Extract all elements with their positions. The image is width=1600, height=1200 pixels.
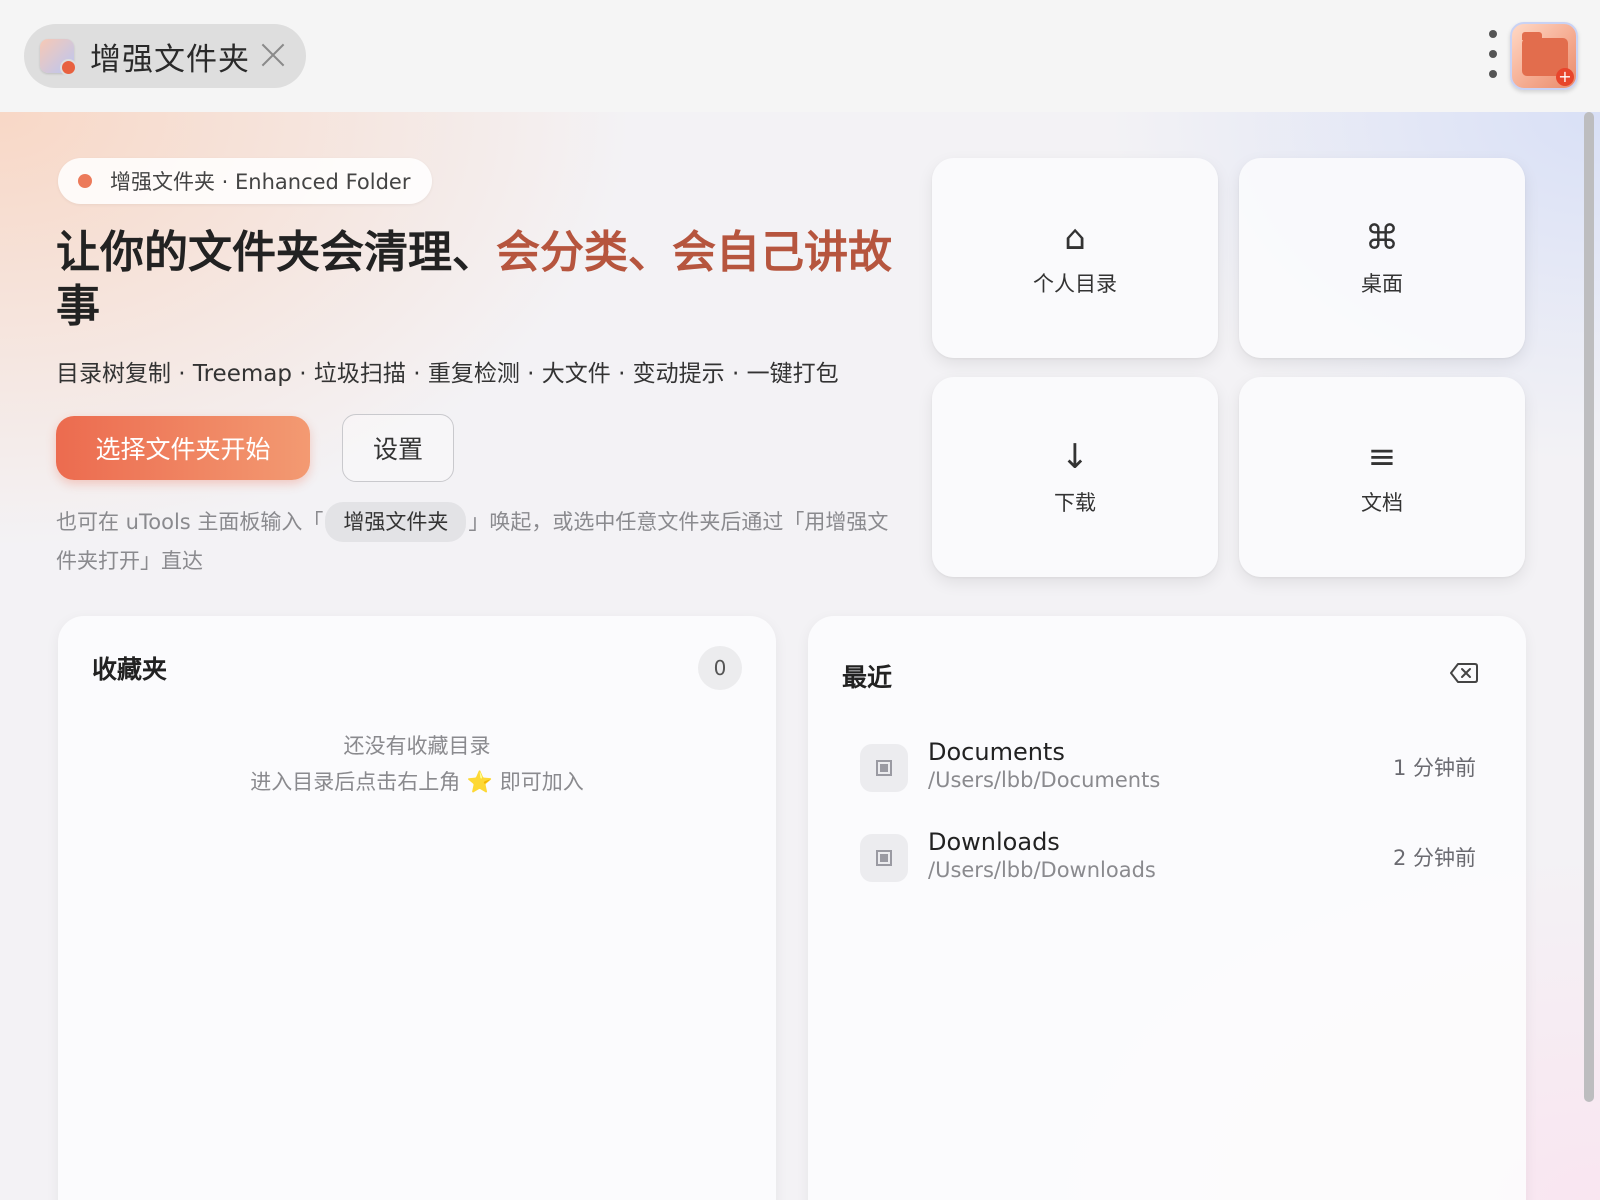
recent-item-name: Downloads: [928, 828, 1060, 856]
settings-button[interactable]: 设置: [342, 414, 454, 482]
favorites-empty-state: 还没有收藏目录 进入目录后点击右上角 ⭐ 即可加入: [58, 728, 776, 800]
recent-item-documents[interactable]: Documents /Users/lbb/Documents 1 分钟前: [860, 738, 1476, 804]
feature-list: 目录树复制 · Treemap · 垃圾扫描 · 重复检测 · 大文件 · 变动…: [56, 361, 839, 387]
tile-label: 个人目录: [1033, 272, 1117, 296]
recent-item-path: /Users/lbb/Downloads: [928, 858, 1156, 882]
page-title: 让你的文件夹会清理、会分类、会自己讲故事: [56, 226, 896, 334]
title-bar: 增强文件夹 +: [0, 0, 1600, 112]
app-logo-icon[interactable]: +: [1510, 22, 1578, 90]
headline-plain: 让你的文件夹会清理、: [56, 227, 496, 278]
clear-history-icon[interactable]: [1450, 662, 1478, 684]
favorites-title: 收藏夹: [92, 655, 168, 684]
tile-label: 文档: [1361, 491, 1403, 515]
keyword-chip: 增强文件夹: [325, 502, 467, 542]
tile-desktop[interactable]: ⌘ 桌面: [1239, 158, 1525, 358]
recent-panel: 最近 Documents /Users/lbb/Documents 1 分钟前 …: [808, 616, 1526, 1200]
tile-documents[interactable]: ≡ 文档: [1239, 377, 1525, 577]
scrollbar[interactable]: [1584, 112, 1594, 1102]
tile-home[interactable]: ⌂ 个人目录: [932, 158, 1218, 358]
folder-icon: [860, 834, 908, 882]
tile-label: 下载: [1054, 491, 1096, 515]
badge-dot: [78, 174, 92, 188]
home-icon: ⌂: [1064, 218, 1086, 258]
download-arrow-icon: ↓: [1060, 437, 1090, 477]
product-badge: 增强文件夹 · Enhanced Folder: [58, 158, 432, 204]
folder-icon: [860, 744, 908, 792]
badge-text: 增强文件夹 · Enhanced Folder: [110, 170, 411, 194]
usage-hint: 也可在 uTools 主面板输入「 增强文件夹 」唤起，或选中任意文件夹后通过「用增…: [56, 502, 906, 580]
recent-item-time: 1 分钟前: [1392, 756, 1476, 780]
recent-item-time: 2 分钟前: [1392, 846, 1476, 870]
plugin-folder-icon: [40, 39, 77, 76]
favorites-count-badge: 0: [698, 646, 742, 690]
empty-line-1: 还没有收藏目录: [343, 734, 491, 758]
favorites-panel: 收藏夹 0 还没有收藏目录 进入目录后点击右上角 ⭐ 即可加入: [58, 616, 776, 1200]
tab-title: 增强文件夹: [90, 41, 250, 78]
select-folder-button[interactable]: 选择文件夹开始: [56, 416, 310, 480]
hint-text-before: 也可在 uTools 主面板输入「: [56, 510, 324, 534]
more-menu-icon[interactable]: [1482, 30, 1504, 78]
recent-item-path: /Users/lbb/Documents: [928, 768, 1161, 792]
empty-line-2: 进入目录后点击右上角 ⭐ 即可加入: [250, 770, 584, 794]
recent-item-downloads[interactable]: Downloads /Users/lbb/Downloads 2 分钟前: [860, 828, 1476, 894]
close-icon[interactable]: [258, 40, 288, 70]
recent-title: 最近: [842, 663, 893, 692]
command-icon: ⌘: [1365, 218, 1399, 258]
plugin-tab[interactable]: 增强文件夹: [24, 24, 306, 88]
tile-downloads[interactable]: ↓ 下载: [932, 377, 1218, 577]
headline-tail: 事: [56, 281, 100, 332]
recent-item-name: Documents: [928, 738, 1065, 766]
document-lines-icon: ≡: [1367, 437, 1397, 477]
tile-label: 桌面: [1361, 272, 1403, 296]
headline-accent: 会分类、会自己讲故: [496, 227, 892, 278]
